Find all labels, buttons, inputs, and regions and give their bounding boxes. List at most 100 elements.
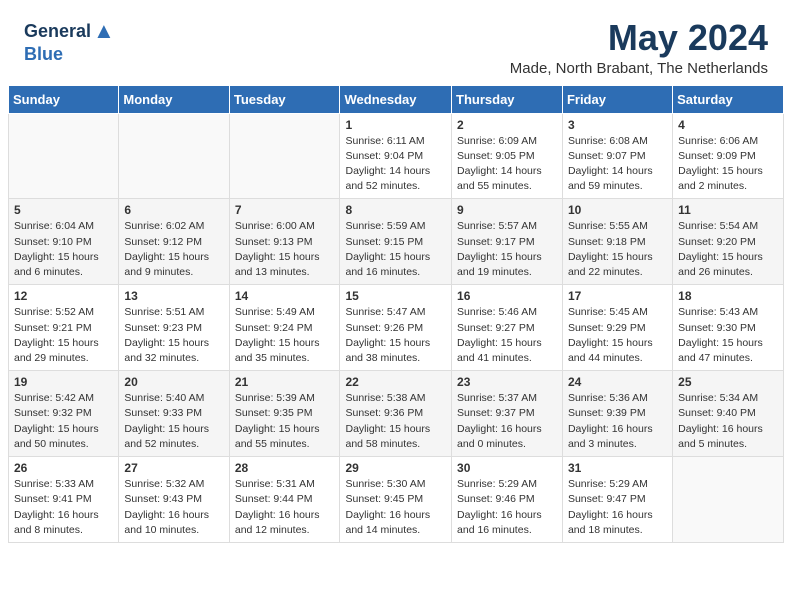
calendar-cell: 11 Sunrise: 5:54 AM Sunset: 9:20 PM Dayli… [673, 199, 784, 285]
cell-content: Sunrise: 6:09 AM Sunset: 9:05 PM Dayligh… [457, 134, 557, 195]
cell-content: Sunrise: 6:00 AM Sunset: 9:13 PM Dayligh… [235, 219, 335, 280]
calendar-cell: 1 Sunrise: 6:11 AM Sunset: 9:04 PM Daylig… [340, 113, 452, 199]
calendar-cell: 27 Sunrise: 5:32 AM Sunset: 9:43 PM Dayli… [119, 457, 229, 543]
calendar-week-row: 26 Sunrise: 5:33 AM Sunset: 9:41 PM Dayli… [9, 457, 784, 543]
calendar-cell: 19 Sunrise: 5:42 AM Sunset: 9:32 PM Dayli… [9, 371, 119, 457]
day-number: 4 [678, 118, 778, 132]
weekday-header-thursday: Thursday [452, 85, 563, 113]
day-number: 14 [235, 289, 335, 303]
logo-general-text: General [24, 21, 91, 42]
day-number: 10 [568, 203, 667, 217]
calendar-cell: 20Sunrise: 5:40 AM Sunset: 9:33 PM Dayli… [119, 371, 229, 457]
month-year-title: May 2024 [510, 18, 768, 58]
calendar-cell: 31 Sunrise: 5:29 AM Sunset: 9:47 PM Dayli… [562, 457, 672, 543]
cell-content: Sunrise: 5:59 AM Sunset: 9:15 PM Dayligh… [345, 219, 446, 280]
day-number: 27 [124, 461, 223, 475]
day-number: 31 [568, 461, 667, 475]
calendar-week-row: 12Sunrise: 5:52 AM Sunset: 9:21 PM Dayli… [9, 285, 784, 371]
cell-content: Sunrise: 6:04 AM Sunset: 9:10 PM Dayligh… [14, 219, 113, 280]
cell-content: Sunrise: 5:34 AM Sunset: 9:40 PM Dayligh… [678, 391, 778, 452]
day-number: 21 [235, 375, 335, 389]
cell-content: Sunrise: 5:36 AM Sunset: 9:39 PM Dayligh… [568, 391, 667, 452]
day-number: 11 [678, 203, 778, 217]
cell-content: Sunrise: 5:42 AM Sunset: 9:32 PM Dayligh… [14, 391, 113, 452]
cell-content: Sunrise: 5:29 AM Sunset: 9:46 PM Dayligh… [457, 477, 557, 538]
calendar-cell: 9 Sunrise: 5:57 AM Sunset: 9:17 PM Daylig… [452, 199, 563, 285]
calendar-cell: 12Sunrise: 5:52 AM Sunset: 9:21 PM Dayli… [9, 285, 119, 371]
day-number: 15 [345, 289, 446, 303]
cell-content: Sunrise: 5:46 AM Sunset: 9:27 PM Dayligh… [457, 305, 557, 366]
cell-content: Sunrise: 6:06 AM Sunset: 9:09 PM Dayligh… [678, 134, 778, 195]
calendar-cell [9, 113, 119, 199]
cell-content: Sunrise: 5:47 AM Sunset: 9:26 PM Dayligh… [345, 305, 446, 366]
calendar-week-row: 1 Sunrise: 6:11 AM Sunset: 9:04 PM Daylig… [9, 113, 784, 199]
cell-content: Sunrise: 6:02 AM Sunset: 9:12 PM Dayligh… [124, 219, 223, 280]
logo: General ▲ Blue [24, 18, 115, 65]
location-subtitle: Made, North Brabant, The Netherlands [510, 60, 768, 77]
day-number: 18 [678, 289, 778, 303]
calendar-cell [119, 113, 229, 199]
calendar-cell [229, 113, 340, 199]
cell-content: Sunrise: 5:37 AM Sunset: 9:37 PM Dayligh… [457, 391, 557, 452]
calendar-cell: 30 Sunrise: 5:29 AM Sunset: 9:46 PM Dayli… [452, 457, 563, 543]
calendar-cell: 4 Sunrise: 6:06 AM Sunset: 9:09 PM Daylig… [673, 113, 784, 199]
weekday-header-friday: Friday [562, 85, 672, 113]
weekday-header-row: SundayMondayTuesdayWednesdayThursdayFrid… [9, 85, 784, 113]
calendar-cell: 2 Sunrise: 6:09 AM Sunset: 9:05 PM Daylig… [452, 113, 563, 199]
title-block: May 2024 Made, North Brabant, The Nether… [510, 18, 768, 77]
calendar-cell: 14 Sunrise: 5:49 AM Sunset: 9:24 PM Dayli… [229, 285, 340, 371]
day-number: 17 [568, 289, 667, 303]
day-number: 2 [457, 118, 557, 132]
calendar-cell: 17 Sunrise: 5:45 AM Sunset: 9:29 PM Dayli… [562, 285, 672, 371]
cell-content: Sunrise: 5:30 AM Sunset: 9:45 PM Dayligh… [345, 477, 446, 538]
day-number: 26 [14, 461, 113, 475]
weekday-header-tuesday: Tuesday [229, 85, 340, 113]
logo-bird-icon: ▲ [93, 18, 115, 44]
day-number: 12 [14, 289, 113, 303]
calendar-cell [673, 457, 784, 543]
weekday-header-monday: Monday [119, 85, 229, 113]
calendar-cell: 25Sunrise: 5:34 AM Sunset: 9:40 PM Dayli… [673, 371, 784, 457]
cell-content: Sunrise: 5:32 AM Sunset: 9:43 PM Dayligh… [124, 477, 223, 538]
calendar-cell: 3 Sunrise: 6:08 AM Sunset: 9:07 PM Daylig… [562, 113, 672, 199]
cell-content: Sunrise: 5:31 AM Sunset: 9:44 PM Dayligh… [235, 477, 335, 538]
day-number: 13 [124, 289, 223, 303]
calendar-cell: 21 Sunrise: 5:39 AM Sunset: 9:35 PM Dayli… [229, 371, 340, 457]
calendar-cell: 28 Sunrise: 5:31 AM Sunset: 9:44 PM Dayli… [229, 457, 340, 543]
day-number: 8 [345, 203, 446, 217]
day-number: 3 [568, 118, 667, 132]
day-number: 29 [345, 461, 446, 475]
cell-content: Sunrise: 5:57 AM Sunset: 9:17 PM Dayligh… [457, 219, 557, 280]
cell-content: Sunrise: 5:29 AM Sunset: 9:47 PM Dayligh… [568, 477, 667, 538]
cell-content: Sunrise: 5:55 AM Sunset: 9:18 PM Dayligh… [568, 219, 667, 280]
calendar-cell: 23 Sunrise: 5:37 AM Sunset: 9:37 PM Dayli… [452, 371, 563, 457]
day-number: 16 [457, 289, 557, 303]
calendar-cell: 8 Sunrise: 5:59 AM Sunset: 9:15 PM Daylig… [340, 199, 452, 285]
cell-content: Sunrise: 5:39 AM Sunset: 9:35 PM Dayligh… [235, 391, 335, 452]
cell-content: Sunrise: 6:11 AM Sunset: 9:04 PM Dayligh… [345, 134, 446, 195]
day-number: 19 [14, 375, 113, 389]
calendar-week-row: 19 Sunrise: 5:42 AM Sunset: 9:32 PM Dayli… [9, 371, 784, 457]
calendar-cell: 10 Sunrise: 5:55 AM Sunset: 9:18 PM Dayli… [562, 199, 672, 285]
cell-content: Sunrise: 5:33 AM Sunset: 9:41 PM Dayligh… [14, 477, 113, 538]
cell-content: Sunrise: 5:49 AM Sunset: 9:24 PM Dayligh… [235, 305, 335, 366]
cell-content: Sunrise: 5:51 AM Sunset: 9:23 PM Dayligh… [124, 305, 223, 366]
cell-content: Sunrise: 5:45 AM Sunset: 9:29 PM Dayligh… [568, 305, 667, 366]
calendar-cell: 6Sunrise: 6:02 AM Sunset: 9:12 PM Daylig… [119, 199, 229, 285]
cell-content: Sunrise: 5:54 AM Sunset: 9:20 PM Dayligh… [678, 219, 778, 280]
calendar-cell: 7 Sunrise: 6:00 AM Sunset: 9:13 PM Daylig… [229, 199, 340, 285]
day-number: 24 [568, 375, 667, 389]
day-number: 9 [457, 203, 557, 217]
day-number: 1 [345, 118, 446, 132]
cell-content: Sunrise: 6:08 AM Sunset: 9:07 PM Dayligh… [568, 134, 667, 195]
calendar-cell: 16 Sunrise: 5:46 AM Sunset: 9:27 PM Dayli… [452, 285, 563, 371]
calendar-cell: 22Sunrise: 5:38 AM Sunset: 9:36 PM Dayli… [340, 371, 452, 457]
day-number: 5 [14, 203, 113, 217]
weekday-header-wednesday: Wednesday [340, 85, 452, 113]
day-number: 23 [457, 375, 557, 389]
calendar-cell: 26 Sunrise: 5:33 AM Sunset: 9:41 PM Dayli… [9, 457, 119, 543]
day-number: 28 [235, 461, 335, 475]
day-number: 30 [457, 461, 557, 475]
cell-content: Sunrise: 5:43 AM Sunset: 9:30 PM Dayligh… [678, 305, 778, 366]
day-number: 7 [235, 203, 335, 217]
